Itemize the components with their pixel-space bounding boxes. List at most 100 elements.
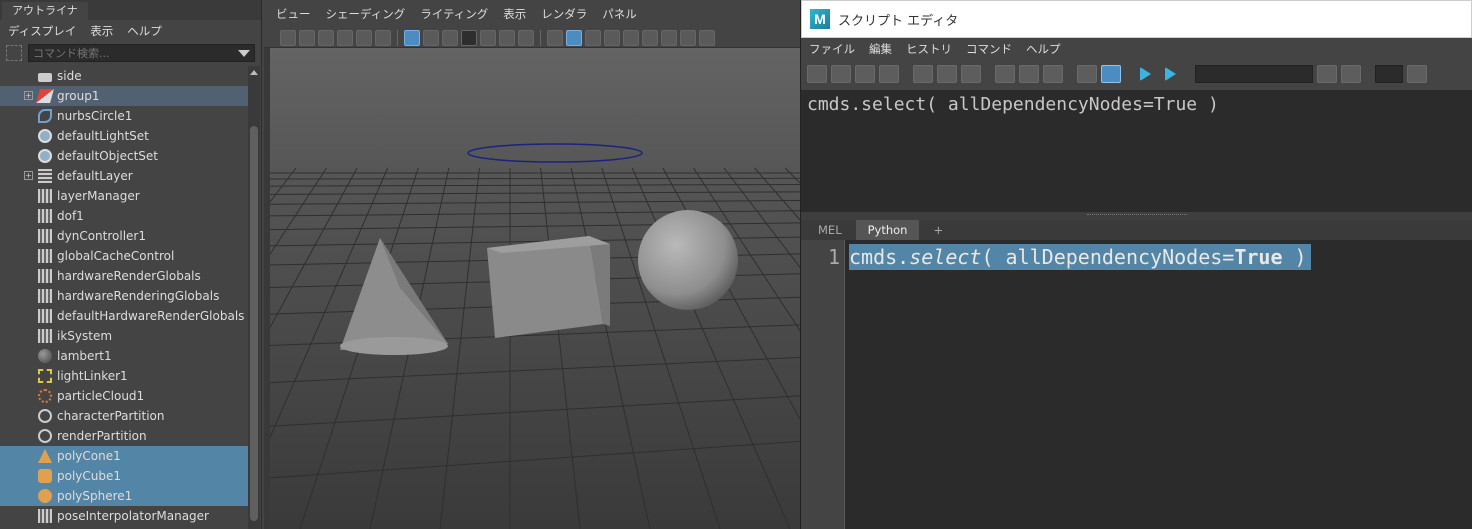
save-script-icon[interactable] — [855, 65, 875, 83]
outliner-item[interactable]: + defaultLayer — [0, 166, 248, 186]
execute-selected-icon[interactable] — [1165, 67, 1176, 81]
isolate-select-icon[interactable] — [699, 29, 715, 46]
history-pane[interactable]: cmds.select( allDependencyNodes=True ) — [801, 90, 1472, 212]
use-all-lights-icon[interactable] — [623, 29, 639, 46]
clear-all-icon[interactable] — [961, 65, 981, 83]
bookmark-icon[interactable] — [318, 29, 334, 46]
film-gate-icon[interactable] — [423, 29, 439, 46]
source-script-icon[interactable] — [831, 65, 851, 83]
outliner-item[interactable]: side — [0, 66, 248, 86]
outliner-item[interactable]: characterPartition — [0, 406, 248, 426]
outliner-item[interactable]: globalCacheControl — [0, 246, 248, 266]
outliner-item[interactable]: nurbsCircle1 — [0, 106, 248, 126]
outliner-item[interactable]: layerManager — [0, 186, 248, 206]
outliner-item[interactable]: poseInterpolatorManager — [0, 506, 248, 526]
menu-show[interactable]: 表示 — [90, 23, 113, 39]
outliner-item[interactable]: particleCloud1 — [0, 386, 248, 406]
outliner-item[interactable]: renderPartition — [0, 426, 248, 446]
outliner-item[interactable]: lightLinker1 — [0, 366, 248, 386]
menu-lighting[interactable]: ライティング — [420, 6, 488, 22]
chevron-down-icon[interactable] — [238, 50, 250, 57]
goto-line-field[interactable] — [1375, 65, 1403, 83]
wireframe-on-shaded-icon[interactable] — [585, 29, 601, 46]
resolution-gate-icon[interactable] — [442, 29, 458, 46]
field-chart-icon[interactable] — [480, 29, 496, 46]
search-next-icon[interactable] — [1317, 65, 1337, 83]
safe-action-icon[interactable] — [499, 29, 515, 46]
smooth-shade-icon[interactable] — [566, 29, 582, 46]
scroll-thumb[interactable] — [250, 126, 258, 521]
anti-aliasing-icon[interactable] — [680, 29, 696, 46]
wireframe-icon[interactable] — [547, 29, 563, 46]
outliner-item[interactable]: hardwareRenderingGlobals — [0, 286, 248, 306]
poly-cube[interactable] — [487, 236, 610, 338]
input-pane[interactable]: 1 cmds.select( allDependencyNodes=True ) — [801, 240, 1472, 529]
echo-all-commands-icon[interactable] — [1077, 65, 1097, 83]
show-input-icon[interactable] — [1019, 65, 1039, 83]
splitter-grip[interactable] — [1087, 214, 1187, 216]
clear-input-icon[interactable] — [937, 65, 957, 83]
outliner-scrollbar[interactable] — [248, 66, 260, 529]
outliner-item[interactable]: hardwareRenderGlobals — [0, 266, 248, 286]
menu-history[interactable]: ヒストリ — [906, 41, 952, 57]
gate-mask-icon[interactable] — [461, 29, 477, 46]
poly-sphere[interactable] — [638, 210, 738, 310]
scroll-up-icon[interactable] — [250, 70, 258, 75]
outliner-item[interactable]: polySphere1 — [0, 486, 248, 506]
safe-title-icon[interactable] — [518, 29, 534, 46]
outliner-item[interactable]: dof1 — [0, 206, 248, 226]
goto-line-icon[interactable] — [1407, 65, 1427, 83]
grease-pencil-icon[interactable] — [375, 29, 391, 46]
menu-shading[interactable]: シェーディング — [326, 6, 406, 22]
add-tab-button[interactable]: + — [921, 220, 956, 240]
filter-icon[interactable] — [6, 45, 22, 61]
show-history-icon[interactable] — [995, 65, 1015, 83]
outliner-item[interactable]: lambert1 — [0, 346, 248, 366]
expand-icon[interactable]: + — [24, 171, 33, 180]
menu-help[interactable]: ヘルプ — [1026, 41, 1061, 57]
camera-attributes-icon[interactable] — [299, 29, 315, 46]
outliner-item[interactable]: defaultLightSet — [0, 126, 248, 146]
menu-command[interactable]: コマンド — [966, 41, 1012, 57]
menu-panels[interactable]: パネル — [602, 6, 637, 22]
ambient-occlusion-icon[interactable] — [661, 29, 677, 46]
textured-icon[interactable] — [604, 29, 620, 46]
viewport-scene[interactable] — [270, 48, 800, 529]
menu-view[interactable]: ビュー — [276, 6, 311, 22]
menu-display[interactable]: ディスプレイ — [8, 23, 76, 39]
show-both-icon[interactable] — [1043, 65, 1063, 83]
selected-code-line[interactable]: cmds.select( allDependencyNodes=True ) — [849, 244, 1311, 270]
pane-splitter[interactable] — [801, 212, 1472, 220]
outliner-item[interactable]: defaultObjectSet — [0, 146, 248, 166]
outliner-item[interactable]: defaultHardwareRenderGlobals — [0, 306, 248, 326]
menu-renderer[interactable]: レンダラ — [541, 6, 587, 22]
2d-pan-zoom-icon[interactable] — [356, 29, 372, 46]
search-field[interactable] — [1195, 65, 1313, 83]
search-box[interactable] — [28, 44, 255, 62]
script-editor-titlebar[interactable]: M スクリプト エディタ — [801, 0, 1472, 38]
search-previous-icon[interactable] — [1341, 65, 1361, 83]
open-script-icon[interactable] — [807, 65, 827, 83]
menu-edit[interactable]: 編集 — [869, 41, 892, 57]
menu-help[interactable]: ヘルプ — [127, 23, 162, 39]
tab-python[interactable]: Python — [855, 220, 920, 240]
outliner-item[interactable]: dynController1 — [0, 226, 248, 246]
execute-all-icon[interactable] — [1140, 67, 1151, 81]
tab-mel[interactable]: MEL — [806, 220, 854, 240]
image-plane-icon[interactable] — [337, 29, 353, 46]
line-numbers-icon[interactable] — [1101, 65, 1121, 83]
outliner-tab[interactable]: アウトライナ — [2, 2, 88, 20]
shadows-icon[interactable] — [642, 29, 658, 46]
outliner-item[interactable]: + group1 — [0, 86, 248, 106]
search-input[interactable] — [33, 46, 233, 60]
clear-history-icon[interactable] — [913, 65, 933, 83]
menu-show[interactable]: 表示 — [503, 6, 526, 22]
outliner-item[interactable]: ikSystem — [0, 326, 248, 346]
outliner-item[interactable]: polyCube1 — [0, 466, 248, 486]
expand-icon[interactable]: + — [24, 91, 33, 100]
save-to-shelf-icon[interactable] — [879, 65, 899, 83]
menu-file[interactable]: ファイル — [809, 41, 855, 57]
outliner-item[interactable]: polyCone1 — [0, 446, 248, 466]
grid-icon[interactable] — [404, 29, 420, 46]
select-camera-icon[interactable] — [280, 29, 296, 46]
